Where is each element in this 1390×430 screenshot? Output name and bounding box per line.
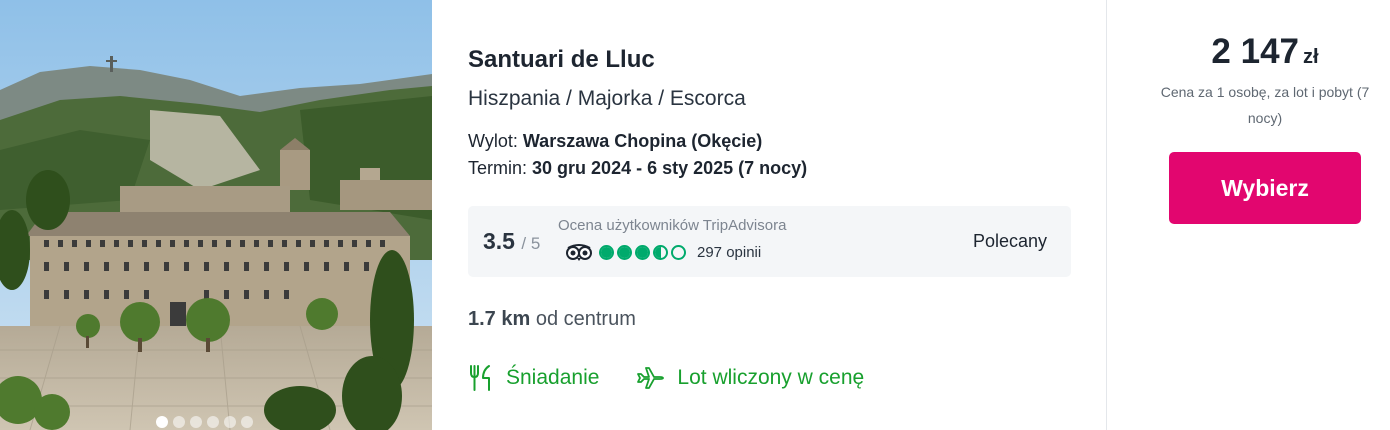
term-line: Termin: 30 gru 2024 - 6 sty 2025 (7 nocy… bbox=[468, 158, 807, 179]
rating-bubble bbox=[671, 244, 686, 260]
term-label: Termin: bbox=[468, 158, 528, 178]
carousel-dot[interactable] bbox=[190, 416, 202, 428]
feature-breakfast: Śniadanie bbox=[468, 364, 599, 392]
hotel-image bbox=[0, 0, 432, 430]
rating-score-value: 3.5 bbox=[483, 228, 515, 254]
select-button[interactable]: Wybierz bbox=[1169, 152, 1361, 224]
term-value: 30 gru 2024 - 6 sty 2025 (7 nocy) bbox=[532, 158, 808, 178]
carousel-dot[interactable] bbox=[156, 416, 168, 428]
distance-value: 1.7 km bbox=[468, 308, 531, 330]
distance-to-center: 1.7 km od centrum bbox=[468, 308, 636, 331]
reviews-count[interactable]: 297 opinii bbox=[697, 244, 761, 261]
carousel-dot[interactable] bbox=[207, 416, 219, 428]
rating-bubble bbox=[635, 244, 650, 260]
price-currency: zł bbox=[1303, 46, 1319, 68]
distance-label: od centrum bbox=[535, 308, 636, 330]
tripadvisor-caption: Ocena użytkowników TripAdvisora bbox=[558, 217, 787, 234]
hotel-name[interactable]: Santuari de Lluc bbox=[468, 46, 655, 74]
airplane-icon bbox=[637, 367, 665, 389]
carousel-dot[interactable] bbox=[224, 416, 236, 428]
rating-score: 3.5 / 5 bbox=[483, 228, 540, 255]
carousel-dots bbox=[156, 416, 253, 428]
departure-value: Warszawa Chopina (Okęcie) bbox=[522, 131, 763, 151]
departure-line: Wylot: Warszawa Chopina (Okęcie) bbox=[468, 131, 762, 152]
rating-bubbles bbox=[599, 244, 689, 260]
carousel-dot[interactable] bbox=[241, 416, 253, 428]
tripadvisor-rating[interactable]: 297 opinii bbox=[565, 242, 761, 262]
fork-knife-icon bbox=[470, 365, 490, 391]
hotel-location: Hiszpania / Majorka / Escorca bbox=[468, 87, 746, 110]
rating-bubble bbox=[653, 244, 668, 260]
feature-flight-label: Lot wliczony w cenę bbox=[677, 366, 865, 389]
feature-breakfast-label: Śniadanie bbox=[506, 366, 600, 389]
rating-score-max: / 5 bbox=[521, 234, 541, 253]
carousel-dot[interactable] bbox=[173, 416, 185, 428]
price: 2 147 zł bbox=[1107, 32, 1390, 72]
rating-box: 3.5 / 5 Ocena użytkowników TripAdvisora … bbox=[468, 206, 1071, 277]
price-amount: 2 147 bbox=[1211, 32, 1300, 71]
offer-card: Santuari de Lluc Hiszpania / Majorka / E… bbox=[0, 0, 1390, 430]
hotel-photo[interactable] bbox=[0, 0, 432, 430]
offer-info: Santuari de Lluc Hiszpania / Majorka / E… bbox=[468, 0, 1078, 430]
recommended-badge: Polecany bbox=[972, 231, 1047, 251]
rating-bubble bbox=[617, 244, 632, 260]
price-note: Cena za 1 osobę, za lot i pobyt (7 nocy) bbox=[1160, 84, 1370, 126]
departure-label: Wylot: bbox=[468, 131, 518, 151]
features-list: Śniadanie Lot wliczony w cenę bbox=[468, 364, 900, 392]
feature-flight-included: Lot wliczony w cenę bbox=[635, 365, 864, 391]
price-column: 2 147 zł Cena za 1 osobę, za lot i pobyt … bbox=[1107, 0, 1390, 430]
tripadvisor-owl-icon bbox=[566, 244, 592, 261]
rating-bubble bbox=[599, 244, 614, 260]
